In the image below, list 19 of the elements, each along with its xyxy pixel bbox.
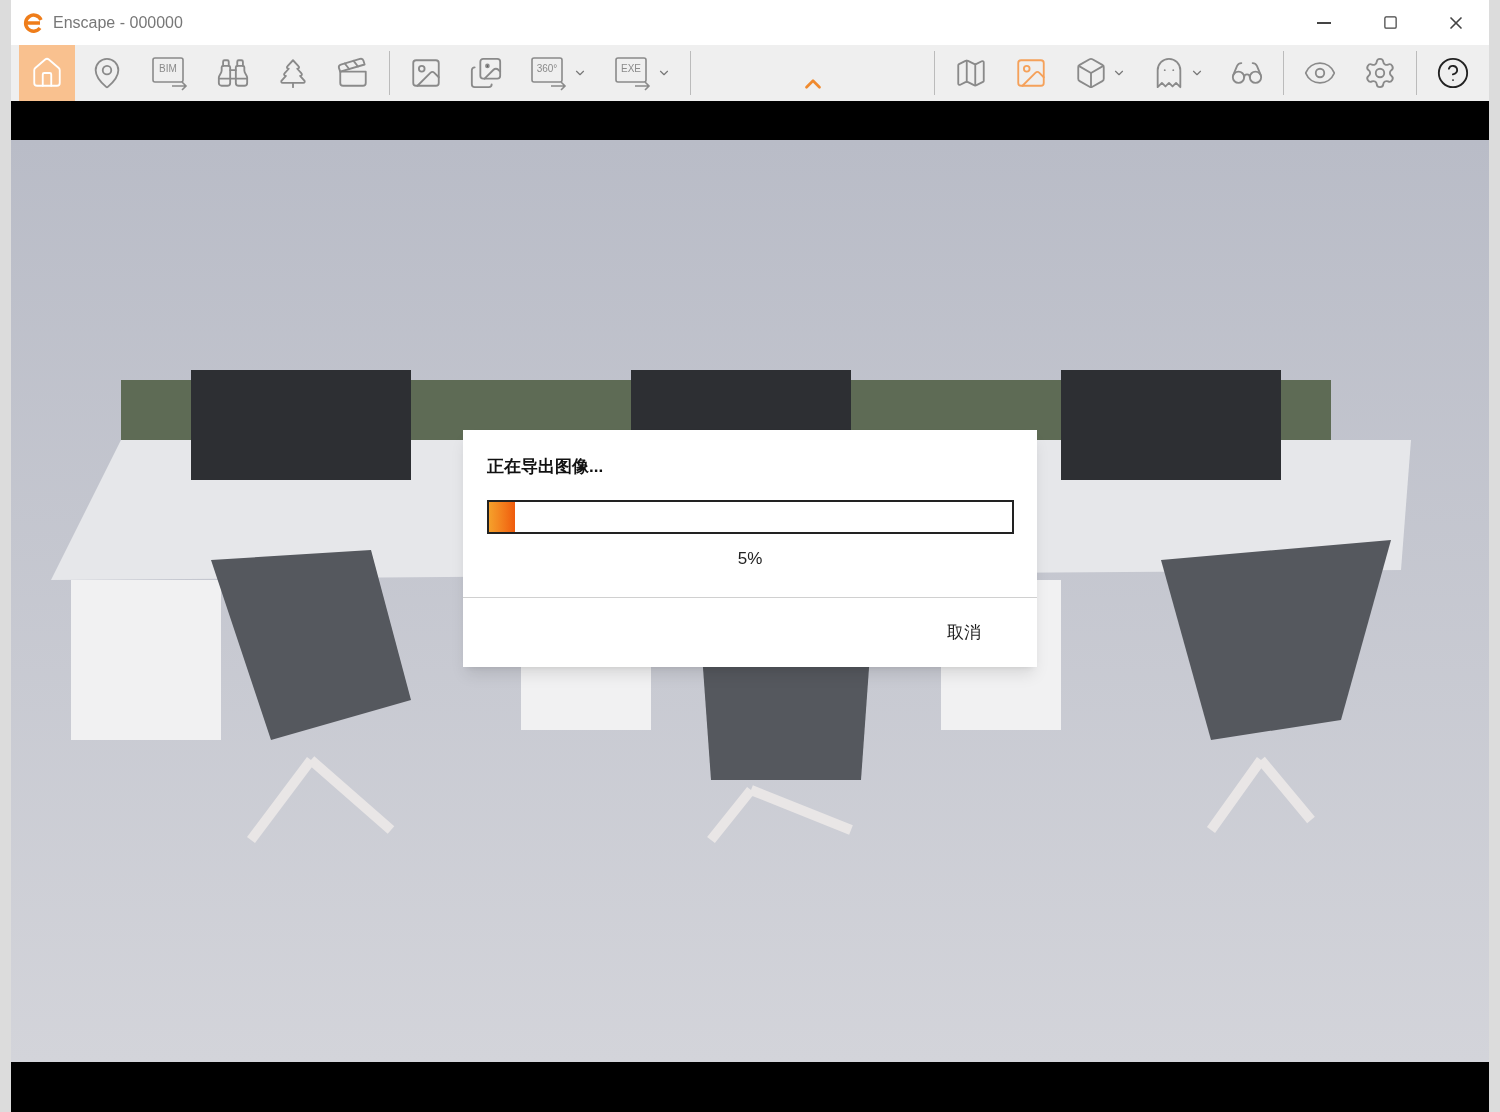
toolbar-button[interactable]: 360°	[518, 45, 598, 101]
minimize-icon	[1317, 21, 1331, 24]
maximize-icon	[1382, 15, 1398, 30]
image-icon	[409, 56, 443, 90]
clapperboard-icon	[336, 56, 370, 90]
image-icon	[1014, 56, 1048, 90]
cancel-button[interactable]: 取消	[939, 615, 989, 650]
dialog-title: 正在导出图像...	[487, 456, 605, 478]
house-icon	[30, 56, 64, 90]
toolbar-button[interactable]: EXE	[602, 45, 682, 101]
settings-icon	[1363, 56, 1397, 90]
binoculars-icon	[216, 56, 250, 90]
logo-icon	[23, 11, 45, 34]
progress-percent: 5%	[737, 547, 763, 570]
help-icon	[1436, 56, 1470, 90]
cube-icon	[1074, 56, 1108, 90]
toolbar-button[interactable]: BIM	[139, 45, 201, 101]
window-title: Enscape - 000000	[53, 12, 183, 33]
images-icon	[469, 56, 503, 90]
